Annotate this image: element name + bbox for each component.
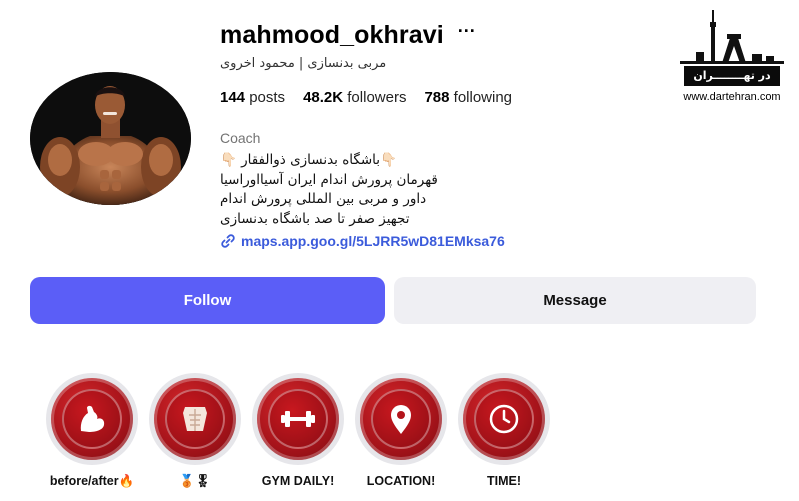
tehran-skyline-icon xyxy=(680,10,784,64)
bio-link[interactable]: maps.app.goo.gl/5LJRR5wD81EMksa76 xyxy=(220,233,505,249)
category-label: Coach xyxy=(220,130,261,146)
follow-button[interactable]: Follow xyxy=(30,277,385,324)
watermark-logo: در تهــــــــران www.dartehran.com xyxy=(676,8,788,104)
bio-line: 👇🏻باشگاه بدنسازی ذوالفقار 👇🏻 xyxy=(220,152,397,168)
highlight-ring[interactable] xyxy=(355,373,447,465)
bio: 👇🏻باشگاه بدنسازی ذوالفقار 👇🏻 قهرمان پرور… xyxy=(220,151,460,229)
posts-stat[interactable]: 144 posts xyxy=(220,89,285,106)
followers-count: 48.2K xyxy=(303,89,344,106)
full-name: مربی بدنسازی | محمود اخروی xyxy=(220,56,387,71)
clock-icon xyxy=(489,404,519,434)
highlight-ring[interactable] xyxy=(46,373,138,465)
highlight-label: LOCATION! xyxy=(366,474,436,488)
posts-label: posts xyxy=(249,89,286,106)
username-row: mahmood_okhravi ··· xyxy=(220,20,476,50)
highlight-label: 🥉🎖 xyxy=(179,474,211,488)
followers-label: followers xyxy=(347,89,407,106)
highlight-label: GYM DAILY! xyxy=(261,474,335,488)
link-text[interactable]: maps.app.goo.gl/5LJRR5wD81EMksa76 xyxy=(241,233,505,249)
highlight-ring[interactable] xyxy=(252,373,344,465)
bio-line: تجهیز صفر تا صد باشگاه بدنسازی xyxy=(220,210,410,227)
following-label: following xyxy=(453,89,513,106)
highlight-item[interactable]: before/after🔥 xyxy=(46,373,138,489)
bio-line: داور و مربی بین المللی پرورش اندام xyxy=(220,191,427,207)
watermark-banner: در تهــــــــران xyxy=(684,66,780,86)
profile-stats: 144 posts 48.2K followers 788 following xyxy=(220,89,512,106)
posts-count: 144 xyxy=(220,89,246,106)
link-icon xyxy=(221,234,235,248)
highlight-ring[interactable] xyxy=(458,373,550,465)
highlight-item[interactable]: LOCATION! xyxy=(355,373,447,488)
followers-stat[interactable]: 48.2K followers xyxy=(303,89,406,106)
highlight-ring[interactable] xyxy=(149,373,241,465)
avatar-photo xyxy=(30,72,191,205)
highlight-item[interactable]: 🥉🎖 xyxy=(149,373,241,489)
avatar xyxy=(30,72,191,205)
flexed-arm-icon xyxy=(80,405,105,432)
more-options-icon[interactable]: ··· xyxy=(458,22,476,48)
bio-line: قهرمان پرورش اندام ایران آسیااوراسیا xyxy=(220,171,438,188)
highlight-label: TIME! xyxy=(486,474,522,488)
highlight-item[interactable]: TIME! xyxy=(458,373,550,488)
profile-avatar[interactable] xyxy=(30,72,191,205)
following-stat[interactable]: 788 following xyxy=(424,89,512,106)
highlight-item[interactable]: GYM DAILY! xyxy=(252,373,344,488)
message-button[interactable]: Message xyxy=(394,277,756,324)
torso-muscles-icon xyxy=(183,407,207,431)
location-pin-icon xyxy=(391,405,411,434)
dumbbell-icon xyxy=(281,411,315,427)
username: mahmood_okhravi xyxy=(220,20,444,49)
highlight-label: before/after🔥 xyxy=(49,474,135,488)
watermark-url: www.dartehran.com xyxy=(683,91,781,103)
following-count: 788 xyxy=(424,89,450,106)
